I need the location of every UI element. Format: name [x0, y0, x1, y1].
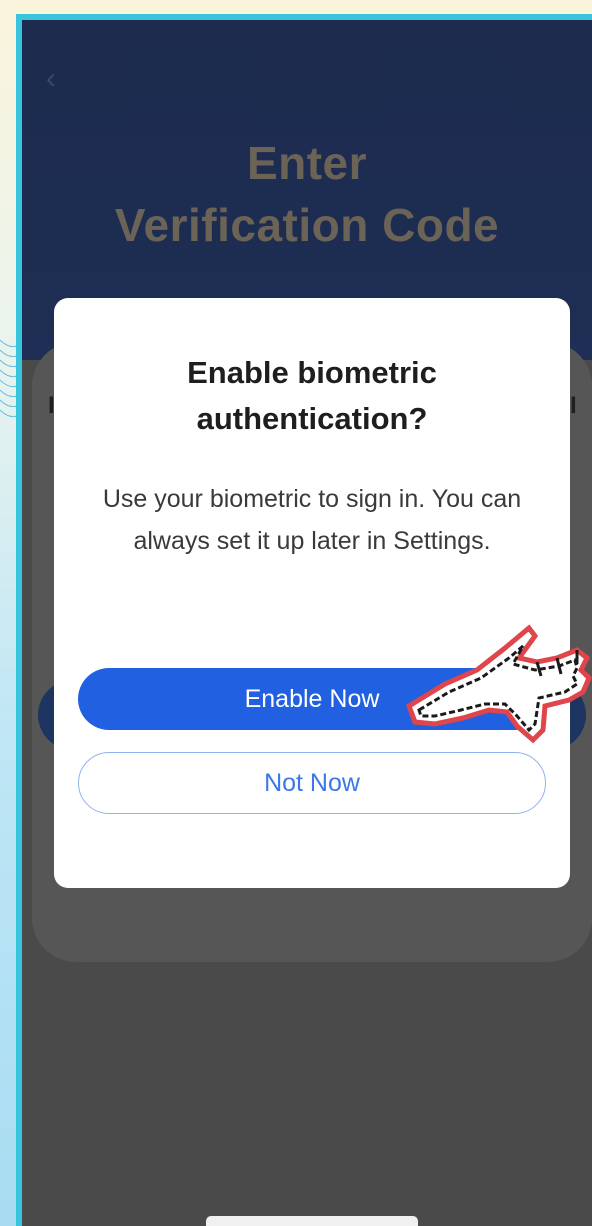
dialog-title: Enable biometric authentication?: [187, 355, 437, 436]
chevron-left-icon[interactable]: ‹: [46, 64, 56, 94]
not-now-button[interactable]: Not Now: [78, 752, 546, 814]
pixel-hand-pointer-icon: [405, 624, 592, 744]
dialog-message: Use your biometric to sign in. You can a…: [102, 485, 522, 555]
background-right-letter: I: [570, 392, 577, 419]
page-title-line-1: Enter: [246, 137, 368, 189]
page-title-line-2: Verification Code: [114, 199, 500, 251]
biometric-dialog: Enable biometric authentication? Use you…: [54, 298, 570, 888]
page-title: Enter Verification Code: [22, 132, 592, 256]
home-indicator: [206, 1216, 418, 1226]
